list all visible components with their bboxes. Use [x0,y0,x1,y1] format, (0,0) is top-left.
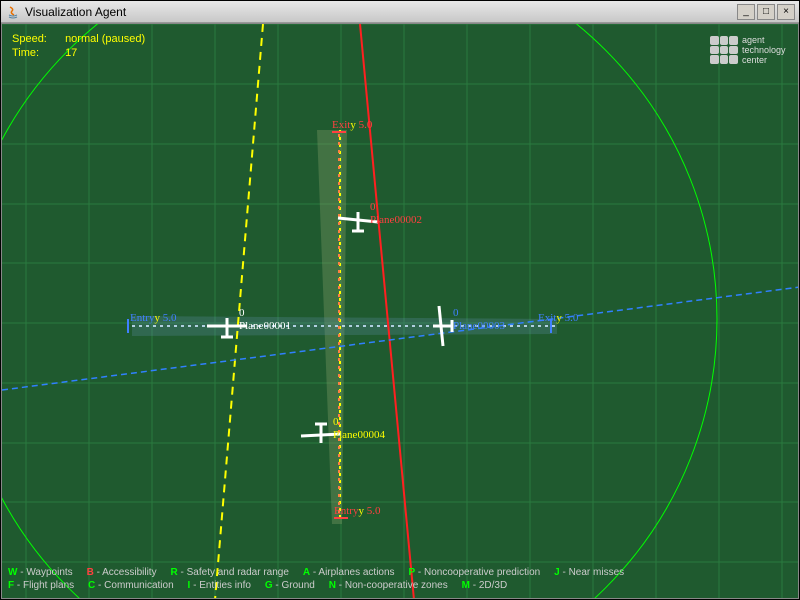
legend-item: J - Near misses [554,567,624,578]
svg-text:Plane00001: Plane00001 [239,320,291,332]
svg-text:Exity 5.0: Exity 5.0 [332,119,373,131]
legend-item: F - Flight plans [8,580,74,591]
svg-text:0: 0 [239,307,245,319]
maximize-button[interactable]: □ [757,4,775,20]
logo-grid-icon [710,36,738,64]
svg-text:0: 0 [370,201,376,213]
legend-item: A - Airplanes actions [303,567,395,578]
minimize-button[interactable]: _ [737,4,755,20]
window-title: Visualization Agent [25,5,737,19]
legend-item: C - Communication [88,580,174,591]
close-button[interactable]: × [777,4,795,20]
svg-text:Entryy 5.0: Entryy 5.0 [334,505,381,517]
legend-item: B - Accessibility [87,567,157,578]
svg-text:Plane00002: Plane00002 [370,214,422,226]
plane-3: 0 Plane00003 [433,306,505,346]
legend-item: M - 2D/3D [462,580,508,591]
svg-text:0: 0 [453,307,459,319]
window: Visualization Agent _ □ × [0,0,800,600]
titlebar[interactable]: Visualization Agent _ □ × [1,1,799,23]
scene-svg: Exity 5.0 Entryy 5.0 Entryy 5.0 Exity 5.… [2,24,799,599]
legend-item: N - Non-cooperative zones [329,580,448,591]
legend: W - Waypoints B - Accessibility R - Safe… [8,566,792,592]
path-blue [2,287,799,390]
legend-item: I - Entities info [188,580,251,591]
svg-text:Exity 5.0: Exity 5.0 [538,312,579,324]
svg-text:Entryy 5.0: Entryy 5.0 [130,312,177,324]
svg-text:0: 0 [333,416,339,428]
legend-item: W - Waypoints [8,567,73,578]
speed-label: Speed: [12,32,62,46]
svg-text:Plane00003: Plane00003 [453,320,505,332]
java-icon [5,4,21,20]
visualization-canvas[interactable]: Exity 5.0 Entryy 5.0 Entryy 5.0 Exity 5.… [1,23,799,599]
time-label: Time: [12,46,62,60]
speed-value: normal (paused) [65,33,145,45]
time-value: 17 [65,47,77,59]
legend-item: G - Ground [265,580,315,591]
waypoint-entry-bottom: Entryy 5.0 [334,505,381,518]
logo: agenttechnologycenter [710,30,790,70]
legend-item: R - Safety and radar range [171,567,289,578]
svg-text:Plane00004: Plane00004 [333,429,385,441]
window-buttons: _ □ × [737,4,795,20]
status-overlay: Speed: normal (paused) Time: 17 [12,32,145,60]
legend-item: P - Noncooperative prediction [408,567,540,578]
waypoint-exit-top: Exity 5.0 [332,119,373,132]
